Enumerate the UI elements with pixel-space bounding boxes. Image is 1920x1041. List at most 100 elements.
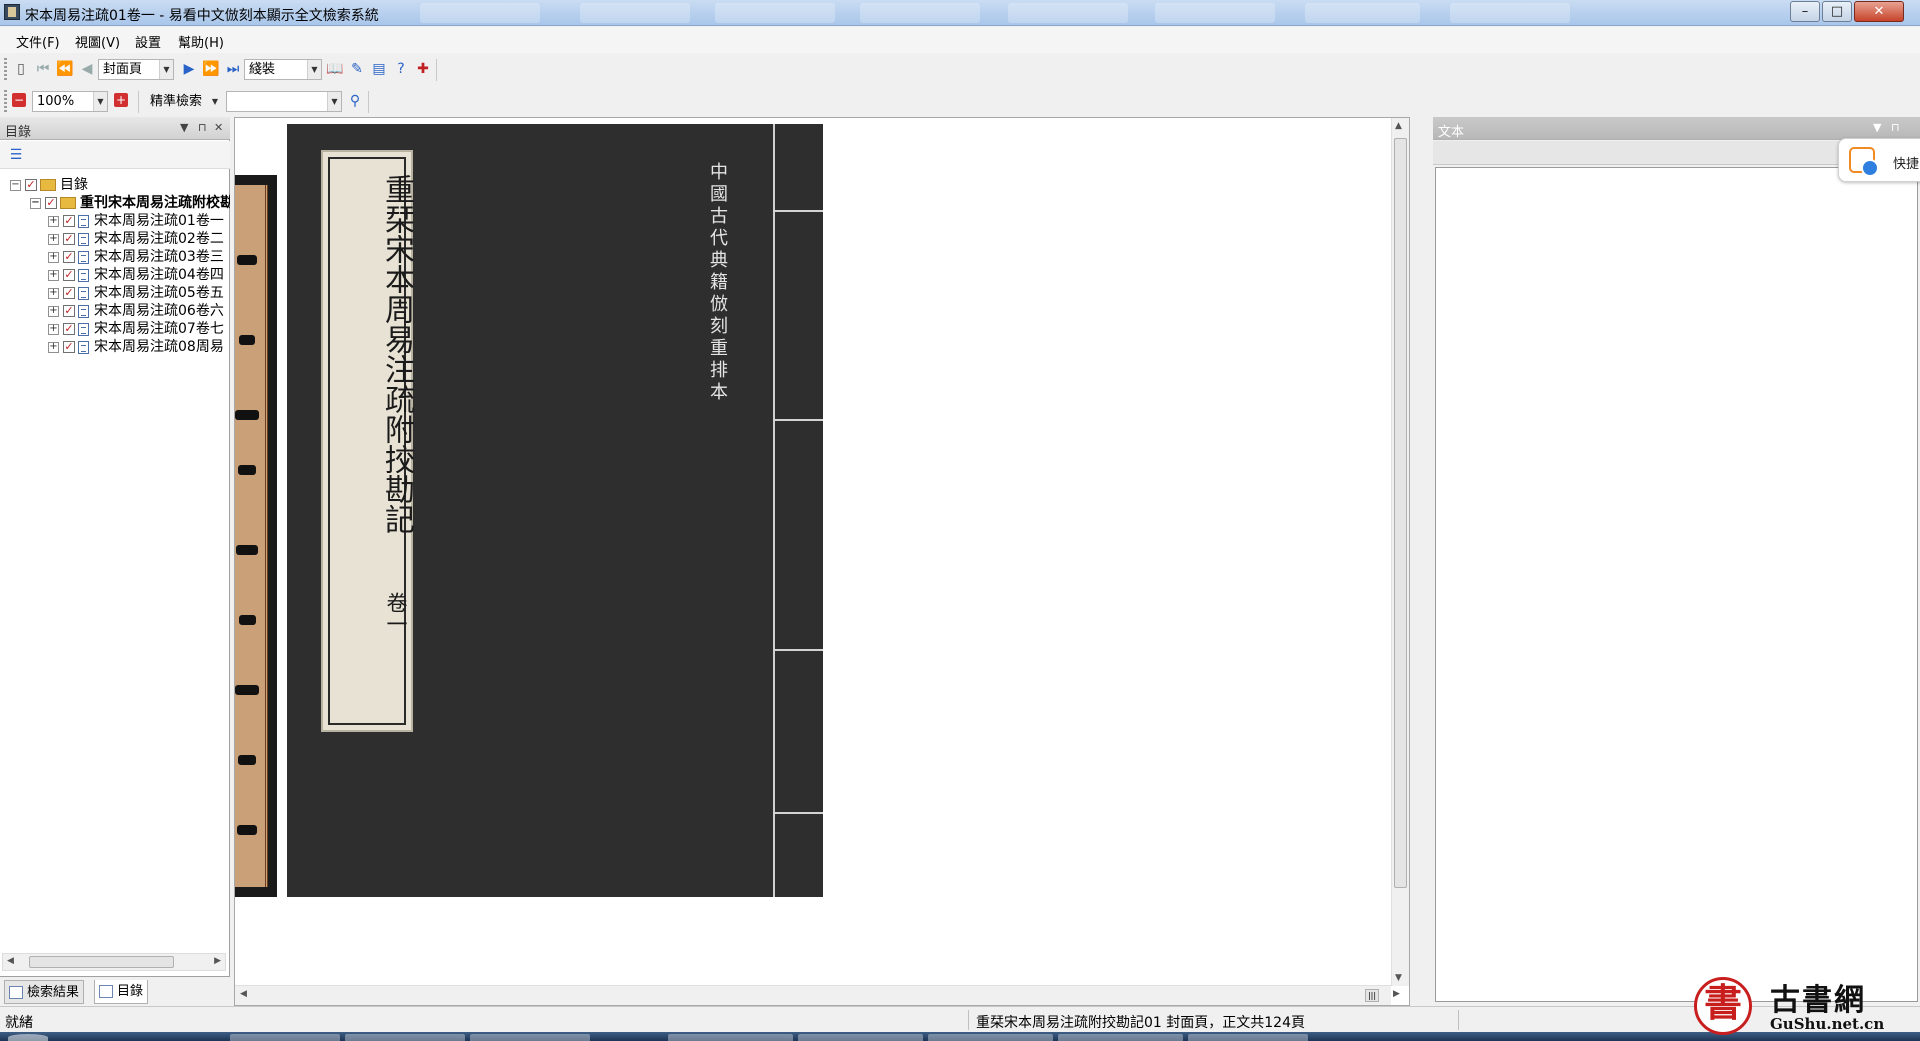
expand-icon[interactable]: + [48,287,59,299]
tree-node-label[interactable]: 宋本周易注疏01卷一 [94,213,224,229]
search-input[interactable]: ▼ [226,91,342,112]
book-icon[interactable]: 📖 [326,60,344,78]
catalog-horizontal-scrollbar[interactable]: ◀ ▶ [2,953,226,971]
tree-view-icon[interactable]: ☰ [7,146,25,164]
zoom-in-icon[interactable]: + [114,93,128,107]
tree-node-label[interactable]: 宋本周易注疏02卷二 [94,231,224,247]
expand-icon[interactable]: + [48,305,59,317]
help-icon[interactable]: ? [392,60,410,78]
start-button[interactable] [8,1034,48,1041]
expand-icon[interactable]: + [48,323,59,335]
taskbar-item[interactable] [1188,1034,1308,1041]
zoom-out-icon[interactable]: − [12,93,26,107]
next-chapter-icon[interactable]: ⏩ [202,60,220,78]
menu-view[interactable]: 視圖(V) [75,32,120,51]
pin-icon[interactable]: ⊓ [198,121,207,134]
taskbar-item[interactable] [1058,1034,1183,1041]
minimize-button[interactable]: – [1790,1,1820,22]
tree-node-label[interactable]: 宋本周易注疏06卷六 [94,303,224,319]
tree-node-volume[interactable]: + ✓ 宋本周易注疏03卷三 [48,247,230,267]
tree-node-root[interactable]: − ✓ 目錄 [10,175,88,195]
exit-icon[interactable]: ✚ [414,60,432,78]
checkbox[interactable]: ✓ [63,251,75,263]
chevron-down-icon[interactable]: ▼ [93,92,107,111]
close-button[interactable]: ✕ [1854,1,1904,22]
panel-menu-icon[interactable]: ▼ [180,121,188,134]
scrollbar-thumb[interactable] [1394,138,1407,888]
tree-node-book[interactable]: −✓ 重刊宋本周易注疏附校勘記 [30,193,230,213]
taskbar-item[interactable] [928,1034,1053,1041]
first-page-icon[interactable]: ⏮ [34,60,52,78]
panel-menu-icon[interactable]: ▼ [1873,121,1881,134]
tab-search-results[interactable]: 檢索結果 [4,980,85,1004]
scroll-down-icon[interactable]: ▼ [1395,973,1402,983]
scroll-up-icon[interactable]: ▲ [1395,121,1402,131]
tab-catalog[interactable]: 目錄 [94,980,149,1004]
prev-chapter-icon[interactable]: ⏪ [56,60,74,78]
menu-help[interactable]: 幫助(H) [178,32,224,51]
viewer-vertical-scrollbar[interactable]: ▲ ▼ [1391,118,1409,986]
collapse-icon[interactable]: − [30,197,41,209]
scroll-right-icon[interactable]: ▶ [1393,989,1400,999]
toolbar-grip[interactable] [4,58,7,80]
bookmark-icon[interactable]: ▤ [370,60,388,78]
taskbar-item[interactable] [798,1034,923,1041]
tree-node-label[interactable]: 宋本周易注疏08周易 [94,339,224,355]
binding-select[interactable]: 綫裝 ▼ [244,59,322,80]
tree-node-volume[interactable]: + ✓ 宋本周易注疏06卷六 [48,301,230,321]
text-content-area[interactable] [1435,167,1918,1002]
tree-node-volume[interactable]: + ✓ 宋本周易注疏01卷一 [48,211,230,231]
checkbox[interactable]: ✓ [63,215,75,227]
pin-icon[interactable]: ⊓ [1891,121,1900,134]
taskbar-item[interactable] [345,1034,465,1041]
scrollbar-thumb[interactable] [29,956,174,968]
tree-node-label[interactable]: 目錄 [60,177,88,193]
prev-page-icon[interactable]: ◀ [78,60,96,78]
expand-icon[interactable]: + [48,233,59,245]
tree-node-volume[interactable]: + ✓ 宋本周易注疏02卷二 [48,229,230,249]
search-mode-select[interactable]: 精準檢索 ▼ [145,91,223,112]
binoculars-icon[interactable]: ⚲ [346,92,364,110]
tree-node-label[interactable]: 宋本周易注疏03卷三 [94,249,224,265]
chevron-down-icon[interactable]: ▼ [208,92,222,111]
page-select[interactable]: 封面頁 ▼ [98,59,174,80]
expand-icon[interactable]: + [48,269,59,281]
scroll-left-icon[interactable]: ◀ [7,956,14,966]
tree-node-volume[interactable]: + ✓ 宋本周易注疏05卷五 [48,283,230,303]
tree-node-label[interactable]: 重刊宋本周易注疏附校勘記 [80,195,230,211]
edit-icon[interactable]: ✎ [348,60,366,78]
quick-launch-widget[interactable]: 快捷 [1838,138,1920,182]
collapse-icon[interactable]: − [10,179,21,191]
tree-node-volume[interactable]: + ✓ 宋本周易注疏07卷七 [48,319,230,339]
scroll-left-icon[interactable]: ◀ [240,989,247,999]
chevron-down-icon[interactable]: ▼ [327,92,341,111]
checkbox[interactable]: ✓ [63,323,75,335]
viewer-horizontal-scrollbar[interactable]: ◀ ||| ▶ [235,985,1400,1005]
maximize-button[interactable]: □ [1822,1,1852,22]
tree-node-label[interactable]: 宋本周易注疏04卷四 [94,267,224,283]
tree-node-volume[interactable]: + ✓ 宋本周易注疏08周易 [48,337,230,357]
taskbar-item[interactable] [230,1034,340,1041]
checkbox[interactable]: ✓ [63,305,75,317]
checkbox[interactable]: ✓ [45,197,57,209]
checkbox[interactable]: ✓ [25,179,37,191]
tree-node-label[interactable]: 宋本周易注疏07卷七 [94,321,224,337]
zoom-select[interactable]: 100% ▼ [32,91,108,112]
menu-file[interactable]: 文件(F) [16,32,60,51]
scroll-right-icon[interactable]: ▶ [214,956,221,966]
expand-icon[interactable]: + [48,341,59,353]
menu-settings[interactable]: 設置 [135,32,161,51]
taskbar-item[interactable] [668,1034,793,1041]
checkbox[interactable]: ✓ [63,233,75,245]
taskbar-item[interactable] [470,1034,590,1041]
toolbar-grip[interactable] [4,90,7,112]
chevron-down-icon[interactable]: ▼ [159,60,173,79]
chevron-down-icon[interactable]: ▼ [307,60,321,79]
new-page-icon[interactable]: ▯ [12,60,30,78]
checkbox[interactable]: ✓ [63,269,75,281]
checkbox[interactable]: ✓ [63,287,75,299]
last-page-icon[interactable]: ⏭ [224,60,242,78]
close-icon[interactable]: ✕ [214,121,223,134]
tree-node-label[interactable]: 宋本周易注疏05卷五 [94,285,224,301]
page-viewer[interactable]: 重栞宋本周易注疏附挍勘記 卷一 中國古代典籍倣刻重排本 ▲ ▼ ◀ ||| ▶ [234,117,1410,1006]
